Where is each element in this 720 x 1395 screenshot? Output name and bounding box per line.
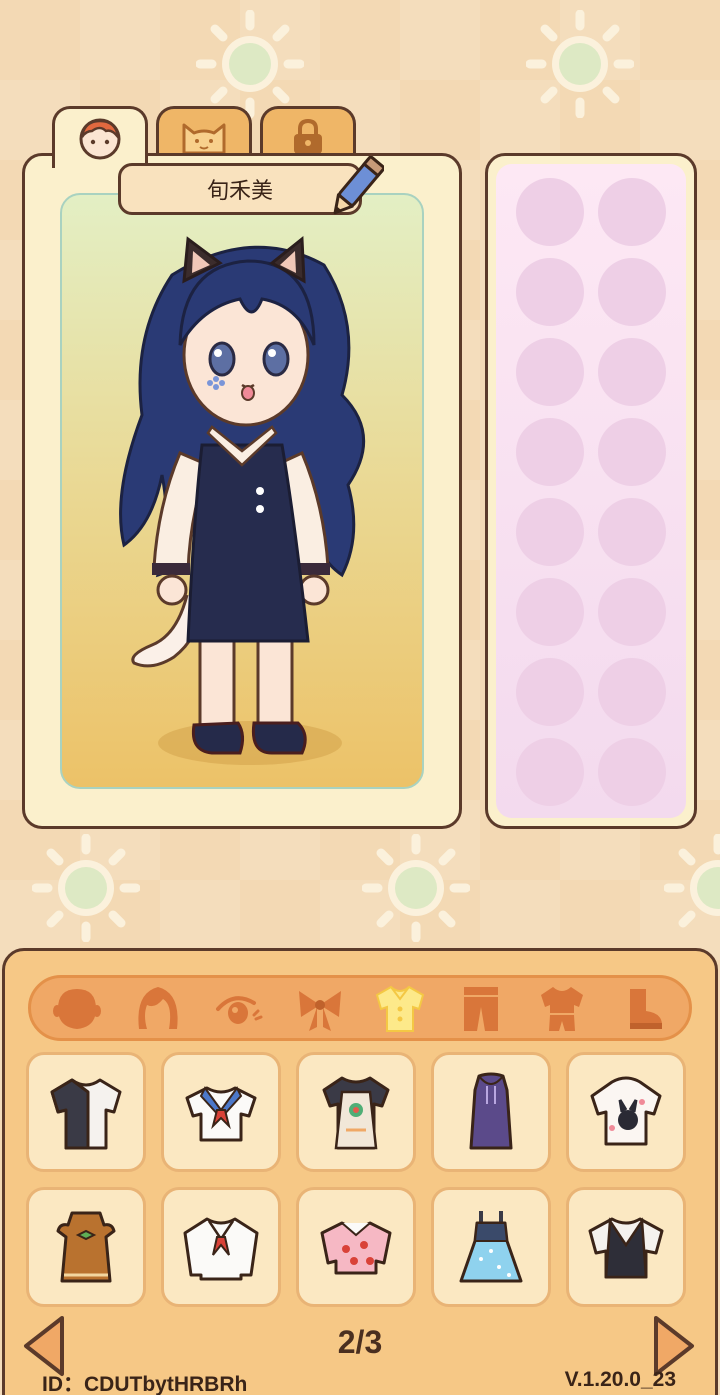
version-label: V.1.20.0_23 <box>564 1368 676 1391</box>
apron-shirt-icon <box>322 1076 390 1150</box>
category-shoes[interactable] <box>615 980 671 1036</box>
brown-dress-icon <box>56 1211 116 1283</box>
outfit-icon <box>540 987 583 1031</box>
accessory-slot[interactable] <box>598 738 666 806</box>
category-tops[interactable] <box>372 980 428 1036</box>
bow-icon <box>298 991 341 1031</box>
accessory-slot[interactable] <box>516 418 584 486</box>
pants-icon <box>464 987 499 1031</box>
clothing-item[interactable] <box>431 1052 551 1172</box>
hair-icon <box>138 987 178 1029</box>
accessory-slot[interactable] <box>598 258 666 326</box>
blue-star-dress-icon <box>459 1211 523 1283</box>
character-preview[interactable] <box>60 193 424 789</box>
accessory-slot[interactable] <box>598 578 666 646</box>
sun-decoration-icon <box>664 834 720 928</box>
accessory-slot[interactable] <box>598 658 666 726</box>
clothing-item[interactable] <box>431 1187 551 1307</box>
clothing-item[interactable] <box>296 1187 416 1307</box>
shoe-icon <box>629 989 662 1029</box>
accessory-slot-panel <box>485 153 697 829</box>
accessory-slot[interactable] <box>516 258 584 326</box>
sun-decoration-icon <box>526 10 634 118</box>
cat-icon <box>182 123 226 154</box>
sailor-blouse-icon <box>183 1217 259 1281</box>
slot-grid <box>496 164 686 818</box>
category-face[interactable] <box>49 980 105 1036</box>
accessory-slot[interactable] <box>598 178 666 246</box>
clothing-item[interactable] <box>26 1052 146 1172</box>
bunny-hoodie-icon <box>590 1076 662 1146</box>
category-accessory[interactable] <box>292 980 348 1036</box>
dark-vest-top-icon <box>588 1217 664 1279</box>
clothing-item[interactable] <box>296 1052 416 1172</box>
sun-decoration-icon <box>196 10 304 118</box>
category-outfits[interactable] <box>534 980 590 1036</box>
category-hair[interactable] <box>130 980 186 1036</box>
sun-decoration-icon <box>362 834 470 942</box>
accessory-slot[interactable] <box>598 418 666 486</box>
clothing-item-grid <box>26 1052 690 1307</box>
clothing-item[interactable] <box>161 1052 281 1172</box>
strawberry-shirt-icon <box>320 1221 392 1275</box>
player-id-label: ID：CDUTbytHRBRh <box>42 1373 248 1395</box>
page-indicator: 2/3 <box>337 1324 383 1360</box>
black-white-shirt-icon <box>50 1078 122 1150</box>
accessory-slot[interactable] <box>598 498 666 566</box>
purple-hoodie-dress-icon <box>469 1072 513 1150</box>
sailor-top-icon <box>185 1086 257 1142</box>
category-eyes[interactable] <box>211 980 267 1036</box>
face-icon <box>79 118 121 159</box>
tab-character[interactable] <box>52 106 148 168</box>
clothing-item[interactable] <box>26 1187 146 1307</box>
accessory-slot[interactable] <box>516 738 584 806</box>
category-bar <box>28 975 692 1041</box>
accessory-slot[interactable] <box>516 498 584 566</box>
accessory-slot[interactable] <box>516 338 584 406</box>
accessory-slot[interactable] <box>516 178 584 246</box>
clothing-item[interactable] <box>161 1187 281 1307</box>
pencil-edit-icon[interactable] <box>326 156 384 222</box>
eye-icon <box>215 996 263 1024</box>
accessory-slot[interactable] <box>516 578 584 646</box>
shirt-icon <box>376 985 425 1032</box>
face-shape-icon <box>53 989 102 1029</box>
clothing-item[interactable] <box>566 1187 686 1307</box>
sun-decoration-icon <box>32 834 140 942</box>
character-avatar <box>119 235 366 765</box>
lock-icon <box>294 118 322 154</box>
clothing-item[interactable] <box>566 1052 686 1172</box>
accessory-slot[interactable] <box>516 658 584 726</box>
category-bottoms[interactable] <box>453 980 509 1036</box>
accessory-slot[interactable] <box>598 338 666 406</box>
